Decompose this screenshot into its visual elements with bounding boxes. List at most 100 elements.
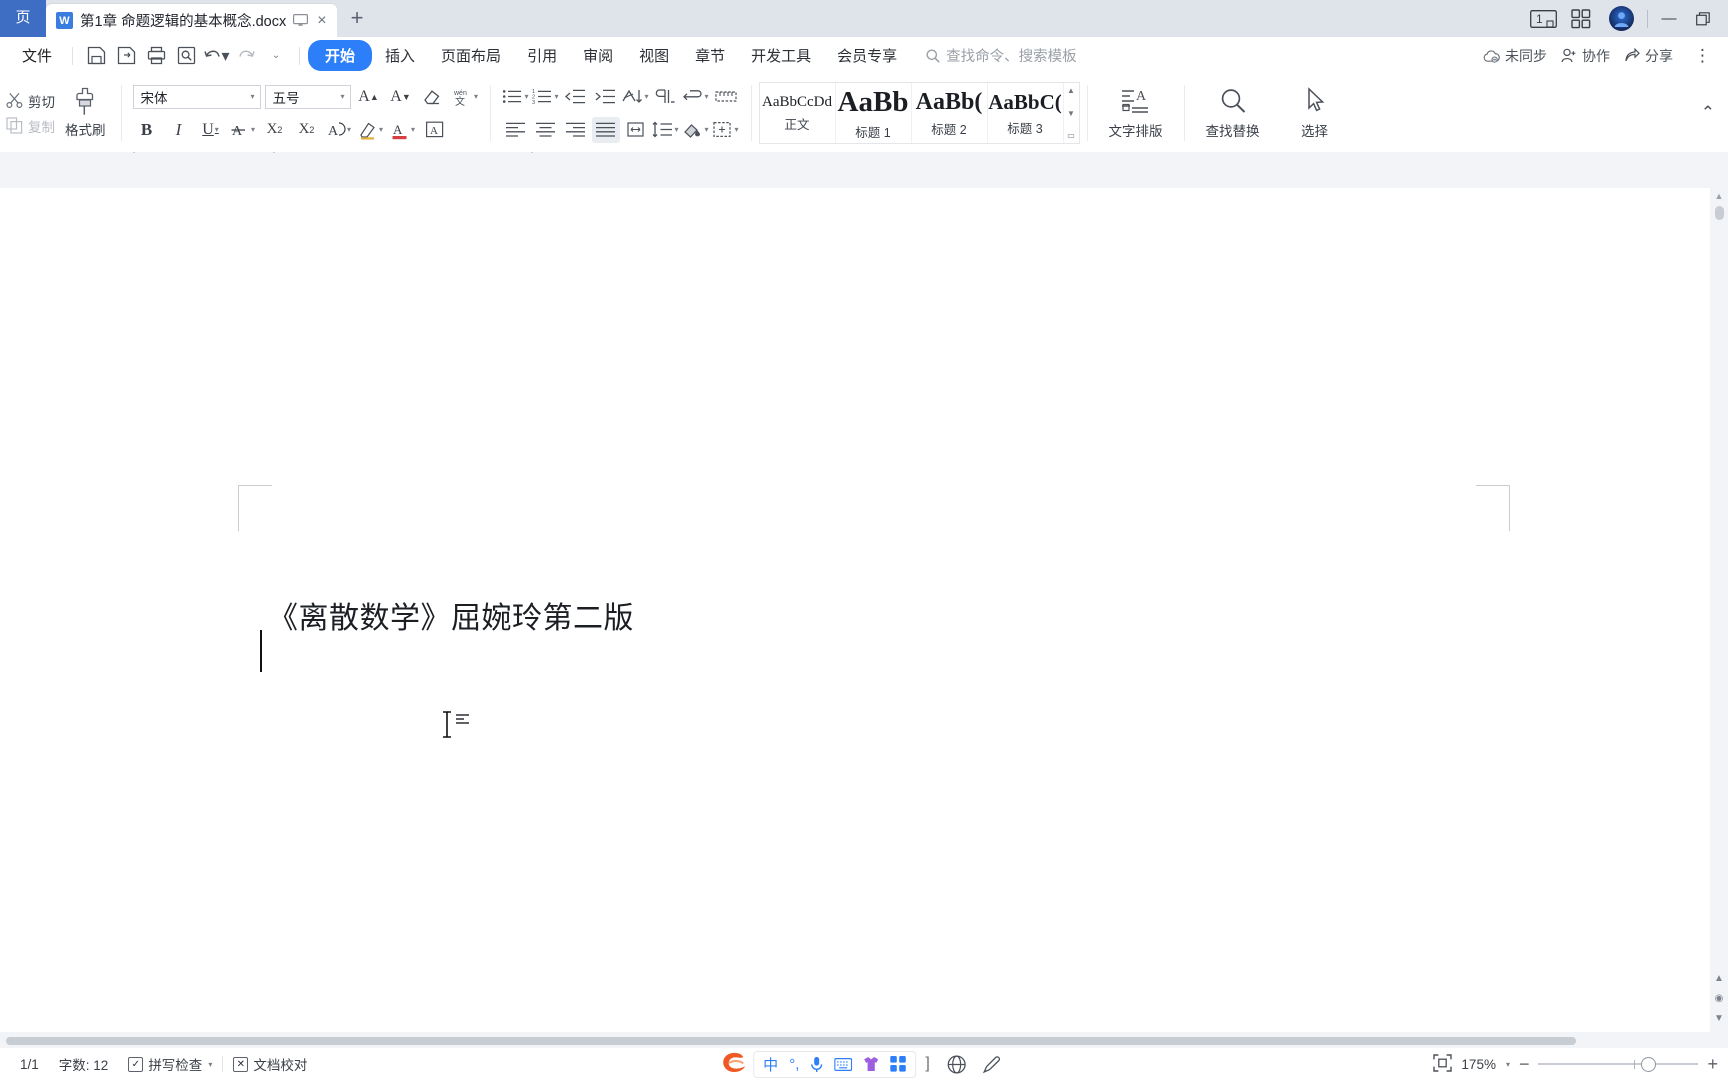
increase-font-size-icon[interactable]: A ▲ [355, 84, 383, 110]
align-left-icon[interactable] [502, 117, 530, 143]
select-button[interactable]: 选择 [1274, 86, 1356, 140]
word-count[interactable]: 字数: 12 [49, 1054, 119, 1074]
customize-quick-access-icon[interactable]: ⌄ [261, 42, 291, 70]
style-item-body[interactable]: AaBbCcDd 正文 [760, 83, 836, 143]
menu-tab-references[interactable]: 引用 [514, 41, 570, 70]
user-avatar[interactable] [1609, 6, 1634, 31]
save-as-icon[interactable] [111, 42, 141, 70]
menu-tab-member[interactable]: 会员专享 [824, 41, 910, 70]
horizontal-scrollbar[interactable] [0, 1033, 1710, 1048]
document-page[interactable]: 《离散数学》屈婉玲第二版 [0, 188, 1710, 1032]
ime-punctuation-button[interactable]: °, [789, 1056, 799, 1073]
font-color-button[interactable]: A ▾ [389, 117, 417, 143]
align-center-icon[interactable] [532, 117, 560, 143]
document-body-text[interactable]: 《离散数学》屈婉玲第二版 [268, 593, 634, 637]
find-replace-button[interactable]: 查找替换 [1192, 86, 1274, 140]
home-tab-button[interactable]: 页 [0, 0, 46, 37]
vertical-scrollbar[interactable]: ▲ ▲ ◉ ▼ [1710, 188, 1728, 1032]
character-border-button[interactable]: A ▾ [325, 117, 353, 143]
browse-object-icon[interactable]: ◉ [1715, 993, 1724, 1004]
highlight-color-button[interactable]: ▾ [357, 117, 385, 143]
share-button[interactable]: 分享 [1624, 46, 1673, 66]
align-justify-icon[interactable] [591, 116, 620, 143]
menu-file[interactable]: 文件 [10, 45, 64, 66]
ruler-strip[interactable] [0, 152, 1728, 188]
pinyin-guide-icon[interactable]: wén 文 ▾ [451, 84, 479, 110]
style-item-heading2[interactable]: AaBb( 标题 2 [912, 83, 988, 143]
horizontal-scroll-thumb[interactable] [6, 1037, 1576, 1045]
bold-button[interactable]: B [133, 117, 161, 143]
print-preview-icon[interactable] [171, 42, 201, 70]
close-tab-icon[interactable]: × [315, 12, 328, 29]
italic-button[interactable]: I [165, 117, 193, 143]
menu-tab-review[interactable]: 审阅 [570, 41, 626, 70]
zoom-slider[interactable] [1538, 1056, 1699, 1072]
save-icon[interactable] [81, 42, 111, 70]
doc-proofread-button[interactable]: ✕ 文档校对 [223, 1054, 317, 1074]
cut-button[interactable]: 剪切 [6, 91, 55, 111]
sogou-ime-logo[interactable] [719, 1051, 753, 1077]
fit-page-icon[interactable] [1433, 1053, 1453, 1075]
microphone-icon[interactable] [810, 1056, 823, 1073]
zoom-out-button[interactable]: − [1519, 1054, 1530, 1075]
style-item-heading3[interactable]: AaBbC( 标题 3 [988, 83, 1064, 143]
text-effects-button[interactable]: A [421, 117, 449, 143]
collaborate-button[interactable]: 协作 [1561, 46, 1610, 66]
sync-status-button[interactable]: 未同步 [1483, 46, 1547, 66]
zoom-level-label[interactable]: 175% [1461, 1057, 1496, 1072]
superscript-button[interactable]: X2 [261, 117, 289, 143]
command-search-box[interactable]: 查找命令、搜索模板 [926, 45, 1077, 66]
monitor-icon[interactable] [293, 14, 309, 27]
document-tab[interactable]: W 第1章 命题逻辑的基本概念.docx × [46, 4, 337, 37]
menubar-more-button[interactable]: ⋮ [1687, 46, 1718, 66]
vertical-scroll-thumb[interactable] [1714, 206, 1724, 220]
style-gallery-scroll[interactable]: ▲ ▼ ▭ [1064, 83, 1079, 143]
asian-layout-icon[interactable]: ▾ [682, 84, 710, 110]
borders-icon[interactable]: ▾ [712, 117, 740, 143]
ime-mode-button[interactable]: 中 [763, 1054, 778, 1075]
align-right-icon[interactable] [562, 117, 590, 143]
style-item-heading1[interactable]: AaBb 标题 1 [836, 83, 912, 143]
scroll-up-icon[interactable]: ▲ [1715, 188, 1724, 204]
clear-format-icon[interactable] [419, 84, 447, 110]
zoom-in-button[interactable]: + [1707, 1054, 1718, 1075]
web-layout-icon[interactable] [939, 1054, 974, 1074]
new-tab-button[interactable]: + [337, 5, 378, 33]
shading-icon[interactable]: ▾ [682, 117, 710, 143]
font-size-select[interactable]: 五号 ▾ [264, 84, 351, 109]
ruler-icon[interactable] [712, 84, 740, 110]
distribute-icon[interactable] [622, 117, 650, 143]
page-indicator[interactable]: 1/1 [10, 1057, 49, 1072]
zoom-slider-knob[interactable] [1640, 1056, 1656, 1072]
underline-button[interactable]: U ▾ [197, 117, 225, 143]
pen-icon[interactable] [974, 1055, 1009, 1074]
copy-button[interactable]: 复制 [6, 116, 55, 136]
increase-indent-icon[interactable] [592, 84, 620, 110]
menu-tab-page-layout[interactable]: 页面布局 [428, 41, 514, 70]
decrease-font-size-icon[interactable]: A ▼ [387, 84, 415, 110]
decrease-indent-icon[interactable] [562, 84, 590, 110]
text-layout-button[interactable]: A 文字排版 [1095, 86, 1177, 140]
menu-tab-developer[interactable]: 开发工具 [738, 41, 824, 70]
maximize-button[interactable] [1686, 4, 1720, 34]
format-painter-button[interactable]: 格式刷 [57, 87, 114, 139]
subscript-button[interactable]: X2 [293, 117, 321, 143]
style-gallery-expand-icon[interactable]: ▭ [1067, 131, 1075, 140]
menu-tab-section[interactable]: 章节 [682, 41, 738, 70]
chevron-down-icon[interactable]: ▾ [208, 1060, 212, 1069]
strikethrough-button[interactable]: A ▾ [229, 117, 257, 143]
chevron-down-icon[interactable]: ▾ [1506, 1060, 1510, 1069]
paragraph-marks-icon[interactable] [652, 84, 680, 110]
undo-icon[interactable]: ▾ [201, 42, 231, 70]
scroll-down-icon[interactable]: ▼ [1067, 109, 1075, 118]
menu-tab-insert[interactable]: 插入 [372, 41, 428, 70]
menu-tab-view[interactable]: 视图 [626, 41, 682, 70]
menu-tab-start[interactable]: 开始 [308, 40, 373, 71]
next-page-icon[interactable]: ▼ [1714, 1013, 1724, 1024]
numbered-list-icon[interactable]: 123 ▾ [532, 84, 560, 110]
line-spacing-icon[interactable]: ▾ [652, 117, 680, 143]
scroll-up-icon[interactable]: ▲ [1067, 86, 1075, 95]
keyboard-icon[interactable] [834, 1057, 853, 1071]
page-count-icon[interactable]: 1 [1524, 4, 1562, 34]
grid-apps-icon[interactable] [1562, 4, 1600, 34]
